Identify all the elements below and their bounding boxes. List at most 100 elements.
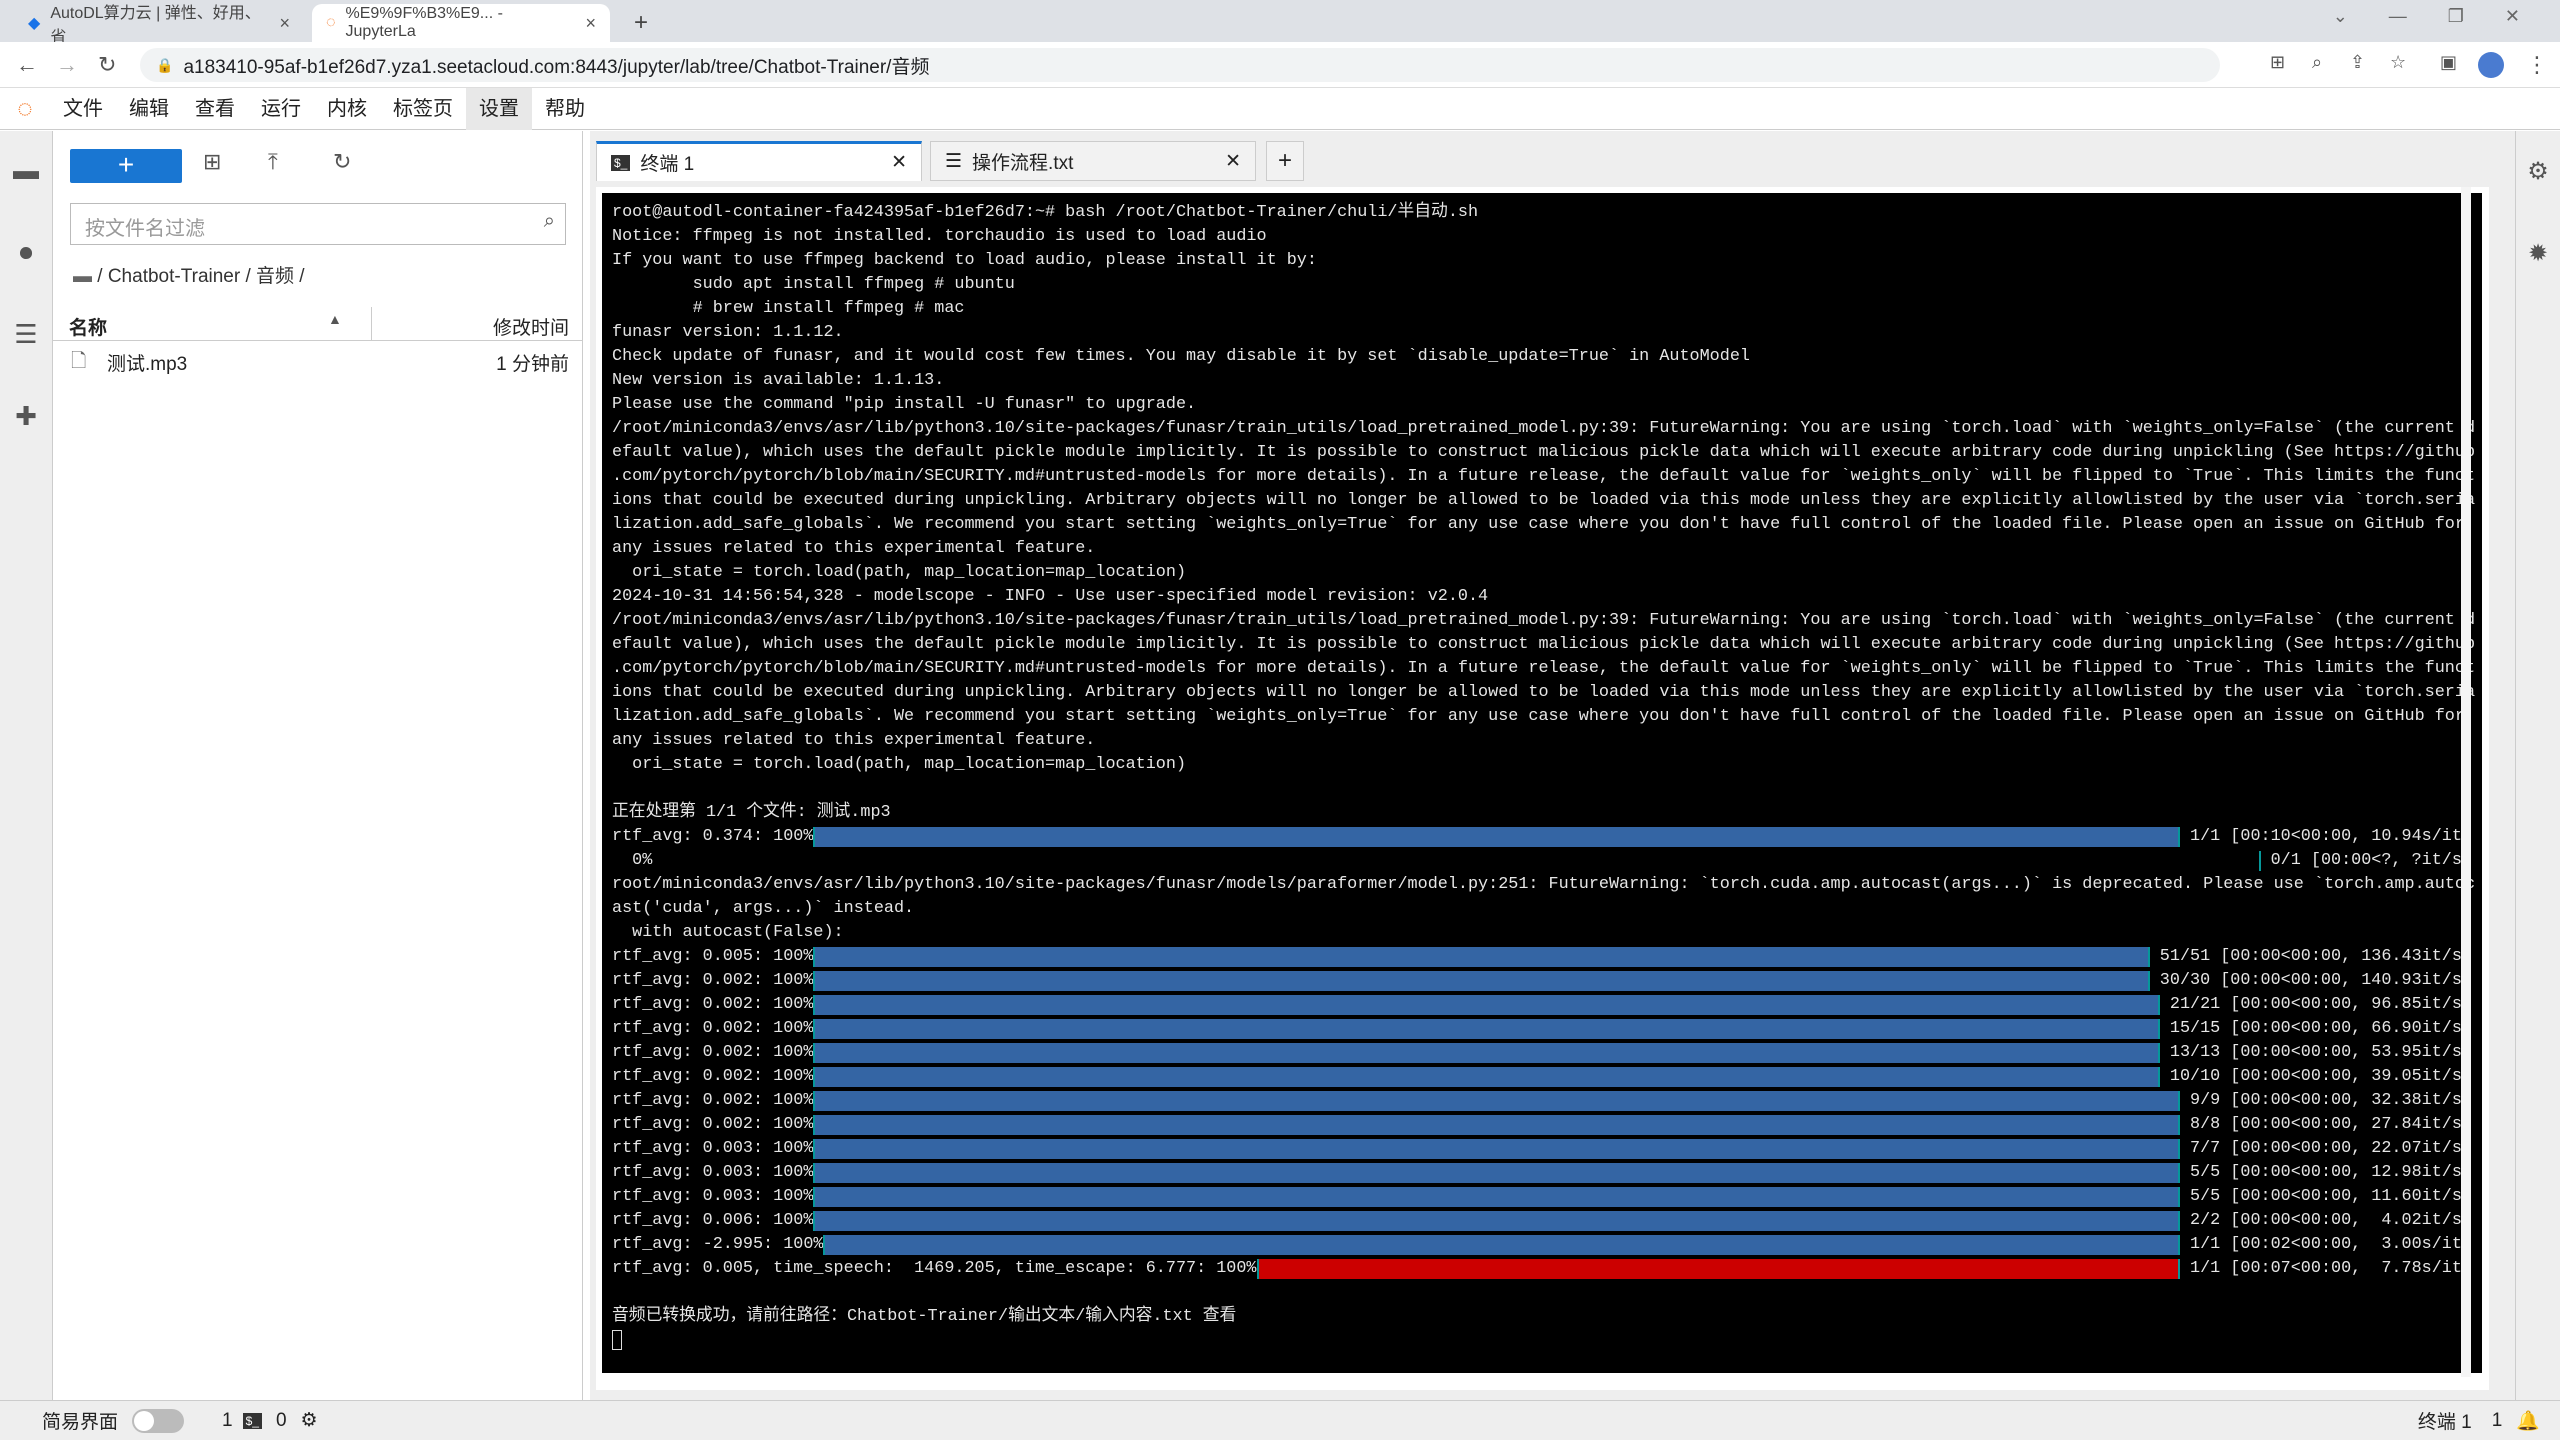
reload-icon[interactable]: ↻ <box>98 52 116 78</box>
progress-stats: 0/1 [00:00<?, ?it/s/ <box>2260 851 2472 870</box>
new-launcher-button[interactable]: + <box>70 149 182 183</box>
forward-icon[interactable]: → <box>56 52 78 78</box>
terminal-line: If you want to use ffmpeg backend to loa… <box>612 251 1317 270</box>
menu-help[interactable]: 帮助 <box>532 88 598 130</box>
refresh-icon[interactable]: ↻ <box>333 149 351 175</box>
debugger-icon[interactable]: ✹ <box>2522 239 2554 271</box>
new-folder-icon[interactable]: ⊞ <box>203 149 221 175</box>
close-tab-icon[interactable]: × <box>585 13 596 34</box>
terminal-line: Please use the command "pip install -U f… <box>612 395 1197 414</box>
progress-line: rtf_avg: 0.006: 100% 2/2 [00:00<00:00, 4… <box>612 1209 2472 1233</box>
terminal-line: 2024-10-31 14:56:54,328 - modelscope - I… <box>612 587 1489 606</box>
menu-tabs[interactable]: 标签页 <box>380 88 466 130</box>
kernel-count[interactable]: 0 <box>276 1410 287 1432</box>
progress-stats: 1/1 [00:07<00:00, 7.78s/it] <box>2179 1259 2472 1278</box>
progress-label: rtf_avg: 0.374: 100% <box>612 827 814 846</box>
progress-label: rtf_avg: 0.002: 100% <box>612 971 814 990</box>
progress-label: rtf_avg: 0.002: 100% <box>612 995 814 1014</box>
progress-line: rtf_avg: 0.002: 100% 15/15 [00:00<00:00,… <box>612 1017 2472 1041</box>
progress-stats: 9/9 [00:00<00:00, 32.38it/s] <box>2179 1091 2472 1110</box>
terminal-line: root/miniconda3/envs/asr/lib/python3.10/… <box>612 875 2476 894</box>
breadcrumb[interactable]: ▬ / Chatbot-Trainer / 音频 / <box>73 261 305 288</box>
url-field[interactable]: 🔒 a183410-95af-b1ef26d7.yza1.seetacloud.c… <box>140 48 2220 82</box>
progress-line: rtf_avg: 0.002: 100% 10/10 [00:00<00:00,… <box>612 1065 2472 1089</box>
close-icon[interactable]: ✕ <box>1225 150 1241 173</box>
sidepanel-icon[interactable]: ▣ <box>2440 52 2457 73</box>
terminal-output[interactable]: root@autodl-container-fa424395af-b1ef26d… <box>602 193 2482 1373</box>
close-tab-icon[interactable]: × <box>279 13 290 34</box>
progress-bar <box>1256 1259 2180 1279</box>
terminal-scrollbar[interactable] <box>2461 187 2471 1377</box>
progress-label: rtf_avg: 0.002: 100% <box>612 1091 814 1110</box>
bookmark-icon[interactable]: ☆ <box>2390 52 2406 73</box>
file-list-header: 名称 ▲ 修改时间 <box>53 307 583 341</box>
zoom-icon[interactable]: ⌕ <box>2312 52 2322 73</box>
toc-icon[interactable]: ☰ <box>10 319 42 351</box>
browser-tab-autodl[interactable]: ◆ AutoDL算力云 | 弹性、好用、省 × <box>14 4 304 46</box>
translate-icon[interactable]: ⊞ <box>2270 52 2285 73</box>
share-icon[interactable]: ⇪ <box>2350 52 2365 73</box>
property-inspector-icon[interactable]: ⚙ <box>2522 157 2554 189</box>
new-tab-button[interactable]: + <box>1266 141 1304 181</box>
menu-view[interactable]: 查看 <box>182 88 248 130</box>
progress-bar <box>823 1235 2180 1255</box>
progress-bar <box>813 827 2180 847</box>
profile-avatar[interactable] <box>2478 52 2504 78</box>
menu-settings[interactable]: 设置 <box>466 87 532 130</box>
search-icon: ⌕ <box>543 210 555 232</box>
menu-run[interactable]: 运行 <box>248 88 314 130</box>
column-modified[interactable]: 修改时间 <box>493 313 569 340</box>
progress-label: rtf_avg: 0.003: 100% <box>612 1163 814 1182</box>
simple-mode-toggle[interactable] <box>132 1408 185 1433</box>
address-bar-row: ← → ↻ 🔒 a183410-95af-b1ef26d7.yza1.seetac… <box>0 42 2560 88</box>
terminal-line: efault value), which uses the default pi… <box>612 635 2476 654</box>
progress-stats: 2/2 [00:00<00:00, 4.02it/s] <box>2179 1211 2472 1230</box>
progress-stats: 51/51 [00:00<00:00, 136.43it/s] <box>2149 947 2472 966</box>
progress-bar <box>813 1091 2180 1111</box>
upload-icon[interactable]: ⤒ <box>268 149 278 175</box>
browser-tab-jupyter[interactable]: ◌ %E9%9F%B3%E9... - JupyterLa × <box>312 4 610 42</box>
terminal-line: ori_state = torch.load(path, map_locatio… <box>612 563 1187 582</box>
progress-label: rtf_avg: 0.002: 100% <box>612 1043 814 1062</box>
terminal-line: 音频已转换成功，请前往路径：Chatbot-Trainer/输出文本/输入内容.… <box>612 1307 1237 1326</box>
terminal-line: with autocast(False): <box>612 923 844 942</box>
progress-label: rtf_avg: 0.003: 100% <box>612 1187 814 1206</box>
close-icon[interactable]: ✕ <box>891 151 907 174</box>
extension-icon[interactable]: ✚ <box>10 401 42 433</box>
menu-file[interactable]: 文件 <box>50 88 116 130</box>
column-name[interactable]: 名称 <box>69 313 107 340</box>
file-filter-input[interactable]: 按文件名过滤 ⌕ <box>70 203 566 245</box>
terminal-count[interactable]: 1 <box>222 1410 233 1432</box>
terminal-line: .com/pytorch/pytorch/blob/main/SECURITY.… <box>612 659 2476 678</box>
window-controls[interactable]: ⌄ — ❐ ✕ <box>2333 6 2520 27</box>
bell-icon[interactable]: 🔔 <box>2516 1409 2540 1433</box>
more-icon[interactable]: ⋮ <box>2526 52 2548 78</box>
terminal-line: /root/miniconda3/envs/asr/lib/python3.10… <box>612 419 2476 438</box>
progress-line: rtf_avg: 0.005: 100% 51/51 [00:00<00:00,… <box>612 945 2472 969</box>
right-sidebar: ⚙ ✹ <box>2515 131 2560 1400</box>
new-tab-button[interactable]: + <box>620 4 662 42</box>
menu-edit[interactable]: 编辑 <box>116 88 182 130</box>
progress-line: rtf_avg: 0.003: 100% 5/5 [00:00<00:00, 1… <box>612 1185 2472 1209</box>
terminal-line: Notice: ffmpeg is not installed. torchau… <box>612 227 1267 246</box>
terminal-cursor <box>612 1329 2472 1353</box>
terminal-line: # brew install ffmpeg # mac <box>612 299 965 318</box>
back-icon[interactable]: ← <box>16 52 38 78</box>
progress-bar <box>813 971 2150 991</box>
progress-line: rtf_avg: 0.002: 100% 13/13 [00:00<00:00,… <box>612 1041 2472 1065</box>
running-icon[interactable]: ⏺ <box>10 237 42 269</box>
terminal-line: ori_state = torch.load(path, map_locatio… <box>612 755 1187 774</box>
activity-bar: ▬ ⏺ ☰ ✚ <box>0 131 53 1400</box>
menu-kernel[interactable]: 内核 <box>314 88 380 130</box>
progress-label: rtf_avg: 0.005: 100% <box>612 947 814 966</box>
tab-terminal-1[interactable]: $_ 终端 1 ✕ <box>596 141 922 181</box>
file-row[interactable]: 🗋 测试.mp3 1 分钟前 <box>53 343 583 377</box>
file-icon: 🗋 <box>71 351 87 372</box>
progress-stats: 30/30 [00:00<00:00, 140.93it/s] <box>2149 971 2472 990</box>
folder-icon[interactable]: ▬ <box>10 155 42 187</box>
tab-operation-file[interactable]: ☰ 操作流程.txt ✕ <box>930 141 1256 181</box>
progress-bar <box>813 1211 2180 1231</box>
progress-line: rtf_avg: -2.995: 100% 1/1 [00:02<00:00, … <box>612 1233 2472 1257</box>
